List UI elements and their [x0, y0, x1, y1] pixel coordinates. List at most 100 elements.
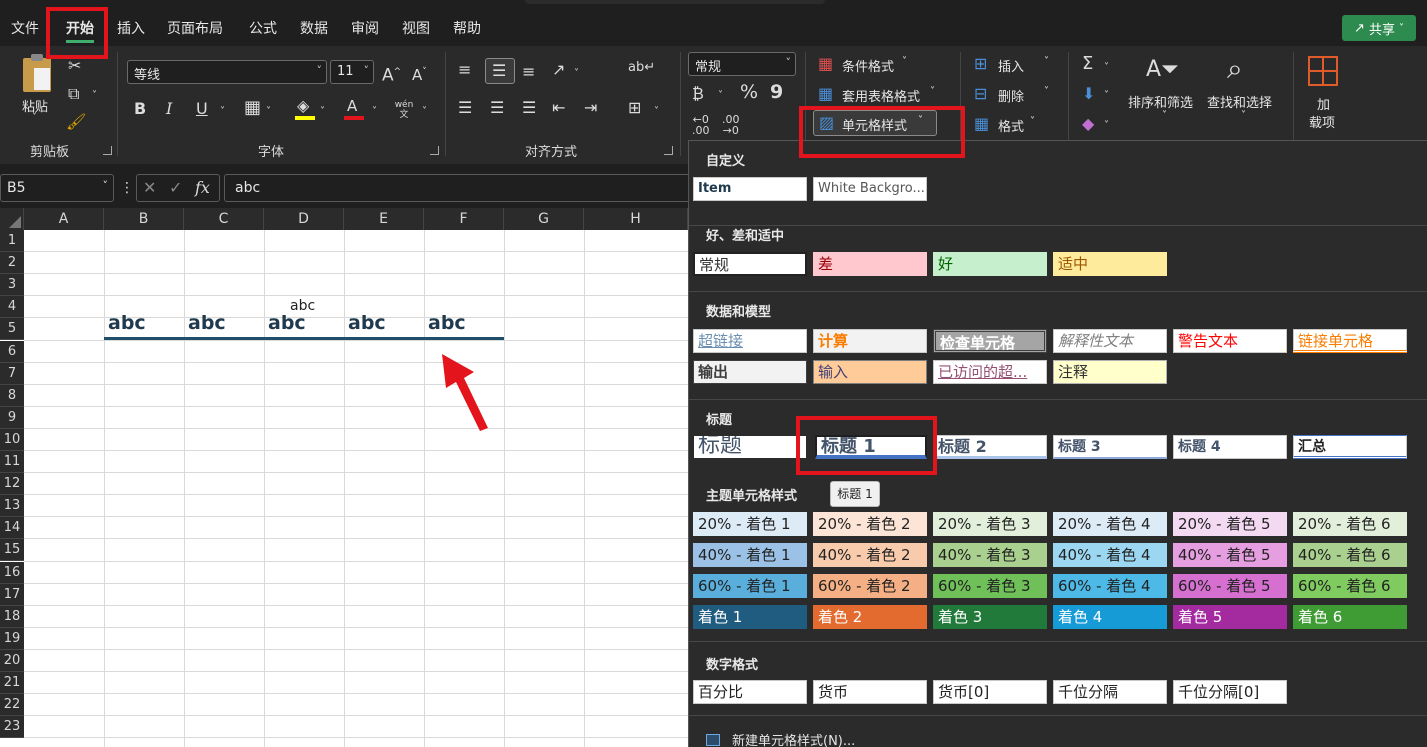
increase-indent-icon[interactable]: ⇥ [584, 100, 597, 116]
worksheet-grid[interactable]: A B C D E F G H 1 2 3 4 5 6 7 8 9 10 11 12 13 14 15 16 17 18 19 20 2… [0, 208, 688, 747]
formula-input[interactable]: abc [224, 174, 694, 202]
row-header-15[interactable]: 15 [0, 539, 24, 562]
font-name-combo[interactable]: 等线 ˅ [127, 60, 327, 84]
addins-button[interactable]: 加 载项 [1305, 54, 1345, 131]
style-number-1[interactable]: 百分比 [693, 680, 807, 704]
style-data-model-2[interactable]: 计算 [813, 329, 927, 353]
row-header-14[interactable]: 14 [0, 517, 24, 540]
style-good-bad-3[interactable]: 好 [933, 252, 1047, 276]
row-header-23[interactable]: 23 [0, 716, 24, 739]
style-number-3[interactable]: 货币[0] [933, 680, 1047, 704]
align-center-icon[interactable]: ☰ [490, 100, 504, 116]
style-theme-4-2[interactable]: 着色 2 [813, 605, 927, 629]
style-white-background[interactable]: White Backgro... [813, 177, 927, 201]
chevron-down-icon[interactable]: ˅ [372, 104, 377, 120]
share-button[interactable]: ↗ 共享 ˅ [1342, 15, 1416, 41]
row-header-6[interactable]: 6 [0, 340, 24, 363]
chevron-down-icon[interactable]: ˅ [220, 104, 225, 120]
column-header-g[interactable]: G [504, 208, 584, 230]
row-header-20[interactable]: 20 [0, 649, 24, 672]
style-data-model-7[interactable]: 输出 [693, 360, 807, 384]
style-title-1[interactable]: 标题 [693, 435, 807, 459]
decrease-decimal-icon[interactable]: .00 →0 [722, 114, 740, 136]
style-good-bad-4[interactable]: 适中 [1053, 252, 1167, 276]
style-good-bad-2[interactable]: 差 [813, 252, 927, 276]
chevron-down-icon[interactable]: ˅ [718, 88, 723, 104]
row-header-11[interactable]: 11 [0, 451, 24, 474]
align-right-icon[interactable]: ☰ [522, 100, 536, 116]
style-theme-2-3[interactable]: 40% - 着色 3 [933, 543, 1047, 567]
cell-heading-b5[interactable]: abc [108, 312, 146, 334]
row-header-1[interactable]: 1 [0, 230, 24, 253]
chevron-down-icon[interactable]: ˅ [1104, 118, 1109, 134]
row-header-18[interactable]: 18 [0, 605, 24, 628]
tab-formulas[interactable]: 公式 [249, 18, 277, 38]
style-good-bad-1[interactable]: 常规 [693, 252, 807, 276]
borders-icon[interactable]: ▦ [244, 99, 261, 117]
style-theme-3-2[interactable]: 60% - 着色 2 [813, 574, 927, 598]
style-theme-1-5[interactable]: 20% - 着色 5 [1173, 512, 1287, 536]
underline-button[interactable]: U [196, 101, 208, 117]
format-painter-icon[interactable]: 🖌 [66, 114, 86, 130]
row-header-12[interactable]: 12 [0, 473, 24, 496]
autosum-icon[interactable]: Σ [1082, 55, 1093, 73]
style-item[interactable]: Item [693, 177, 807, 201]
cancel-icon[interactable]: ✕ [143, 180, 156, 196]
cell-heading-f5[interactable]: abc [428, 312, 466, 334]
style-data-model-1[interactable]: 超链接 [693, 329, 807, 353]
tab-review[interactable]: 审阅 [351, 18, 379, 38]
style-theme-4-3[interactable]: 着色 3 [933, 605, 1047, 629]
merge-center-icon[interactable]: ⊞ [628, 100, 641, 116]
column-header-d[interactable]: D [264, 208, 344, 230]
more-options-icon[interactable]: ⋮ [120, 180, 134, 196]
chevron-down-icon[interactable]: ˅ [422, 104, 427, 120]
font-color-button[interactable]: A [344, 98, 364, 120]
bold-button[interactable]: B [134, 101, 146, 117]
row-header-10[interactable]: 10 [0, 428, 24, 451]
row-header-8[interactable]: 8 [0, 384, 24, 407]
style-title-4[interactable]: 标题 3 [1053, 435, 1167, 459]
style-theme-2-5[interactable]: 40% - 着色 5 [1173, 543, 1287, 567]
style-theme-4-6[interactable]: 着色 6 [1293, 605, 1407, 629]
style-theme-3-4[interactable]: 60% - 着色 4 [1053, 574, 1167, 598]
grow-font-icon[interactable]: A^ [382, 64, 401, 84]
style-theme-1-1[interactable]: 20% - 着色 1 [693, 512, 807, 536]
style-title-6[interactable]: 汇总 [1293, 435, 1407, 459]
enter-icon[interactable]: ✓ [169, 180, 182, 196]
style-theme-1-6[interactable]: 20% - 着色 6 [1293, 512, 1407, 536]
phonetic-guide-icon[interactable]: wén 文 [392, 100, 416, 120]
insert-cells-button[interactable]: ⊞ 插入 ˅ [974, 54, 1058, 76]
tab-insert[interactable]: 插入 [117, 18, 145, 38]
style-number-5[interactable]: 千位分隔[0] [1173, 680, 1287, 704]
style-theme-3-1[interactable]: 60% - 着色 1 [693, 574, 807, 598]
style-data-model-10[interactable]: 注释 [1053, 360, 1167, 384]
row-header-17[interactable]: 17 [0, 583, 24, 606]
style-data-model-4[interactable]: 解释性文本 [1053, 329, 1167, 353]
percent-button[interactable]: % [740, 83, 758, 102]
style-data-model-3[interactable]: 检查单元格 [933, 329, 1047, 353]
tab-page-layout[interactable]: 页面布局 [167, 18, 223, 38]
style-theme-2-2[interactable]: 40% - 着色 2 [813, 543, 927, 567]
row-header-4[interactable]: 4 [0, 296, 24, 319]
row-header-16[interactable]: 16 [0, 561, 24, 584]
style-theme-3-3[interactable]: 60% - 着色 3 [933, 574, 1047, 598]
tab-file[interactable]: 文件 [11, 18, 39, 38]
style-theme-2-1[interactable]: 40% - 着色 1 [693, 543, 807, 567]
orientation-icon[interactable]: ↗ [552, 62, 565, 78]
style-theme-1-4[interactable]: 20% - 着色 4 [1053, 512, 1167, 536]
column-header-c[interactable]: C [184, 208, 264, 230]
decrease-indent-icon[interactable]: ⇤ [552, 100, 565, 116]
number-format-combo[interactable]: 常规 ˅ [688, 52, 796, 76]
font-launcher-icon[interactable] [430, 146, 439, 155]
find-select-button[interactable]: ⌕ 查找和选择 ˅ [1207, 54, 1283, 130]
row-header-3[interactable]: 3 [0, 274, 24, 297]
tab-view[interactable]: 视图 [402, 18, 430, 38]
style-theme-4-1[interactable]: 着色 1 [693, 605, 807, 629]
row-header-22[interactable]: 22 [0, 694, 24, 717]
increase-decimal-icon[interactable]: ←0.00 [692, 114, 710, 136]
style-theme-1-2[interactable]: 20% - 着色 2 [813, 512, 927, 536]
align-top-icon[interactable]: ≡ [458, 62, 471, 78]
chevron-down-icon[interactable]: ˅ [266, 104, 271, 120]
style-theme-2-4[interactable]: 40% - 着色 4 [1053, 543, 1167, 567]
insert-function-icon[interactable]: fx [195, 180, 210, 196]
